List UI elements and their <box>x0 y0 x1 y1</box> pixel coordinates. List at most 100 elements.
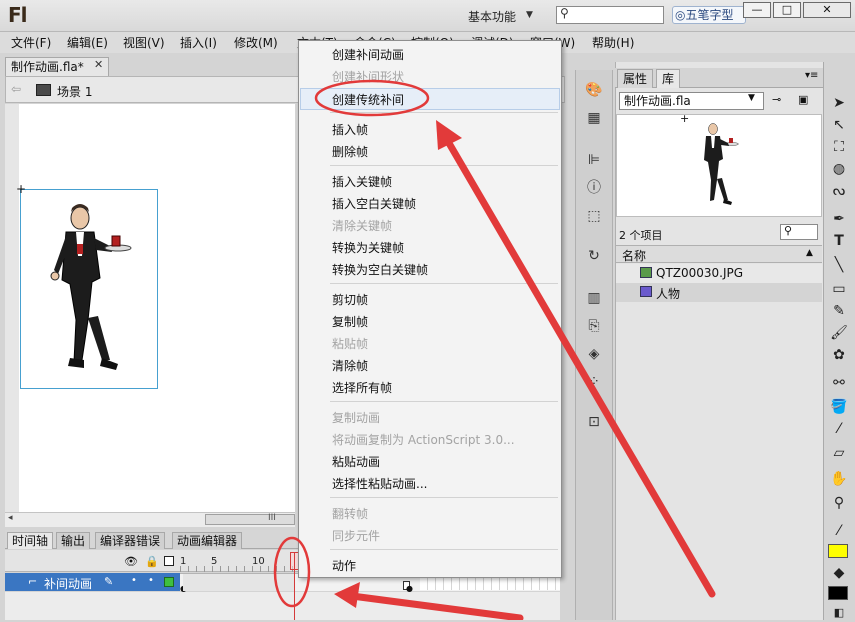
menu-item-insert-keyframe[interactable]: 插入关键帧 <box>332 173 392 190</box>
transform-icon[interactable]: ⬚ <box>584 206 604 226</box>
close-button[interactable]: ✕ <box>803 2 851 18</box>
chevron-left-icon[interactable]: ◂ <box>8 513 13 523</box>
menu-item-sync-symbols[interactable]: 同步元件 <box>332 527 380 544</box>
library-icon[interactable]: ▥ <box>584 288 604 308</box>
pencil-tool-icon[interactable]: ✎ <box>830 302 848 320</box>
stroke-color-icon[interactable]: ⁄ <box>830 522 848 540</box>
stroke-color-swatch[interactable] <box>828 544 848 558</box>
subselection-tool-icon[interactable]: ↖ <box>830 116 848 134</box>
empty-frames[interactable] <box>420 578 560 590</box>
menu-item-paste-motion[interactable]: 粘贴动画 <box>332 453 380 470</box>
minimize-button[interactable]: — <box>743 2 771 18</box>
menu-item-paste-frames[interactable]: 粘贴帧 <box>332 335 368 352</box>
3d-rotation-tool-icon[interactable]: ◍ <box>830 160 848 178</box>
tab-output[interactable]: 输出 <box>56 532 91 549</box>
menu-help[interactable]: 帮助(H) <box>592 34 634 51</box>
layer-color-swatch[interactable] <box>164 577 174 587</box>
menu-item-insert-blank-keyframe[interactable]: 插入空白关键帧 <box>332 195 416 212</box>
align-icon[interactable]: ⊫ <box>584 150 604 170</box>
rectangle-tool-icon[interactable]: ▭ <box>830 280 848 298</box>
timeline-empty-area <box>5 592 560 620</box>
menu-item-clear-keyframe[interactable]: 清除关键帧 <box>332 217 392 234</box>
library-item-name[interactable]: QTZ00030.JPG <box>656 266 743 280</box>
lasso-tool-icon[interactable]: ᔓ <box>830 182 848 200</box>
menu-item-reverse-frames[interactable]: 翻转帧 <box>332 505 368 522</box>
tab-properties[interactable]: 属性 <box>617 69 654 88</box>
menu-item-actions[interactable]: 动作 <box>332 557 356 574</box>
pen-tool-icon[interactable]: ✒ <box>830 210 848 228</box>
layer-name[interactable]: 补间动画 <box>44 575 92 592</box>
sort-icon[interactable]: ▲ <box>806 248 813 258</box>
pin-icon[interactable]: ⊸ <box>772 93 781 106</box>
menu-item-copy-frames[interactable]: 复制帧 <box>332 313 368 330</box>
new-library-icon[interactable]: ▣ <box>798 93 808 106</box>
eraser-tool-icon[interactable]: ▱ <box>830 444 848 462</box>
close-icon[interactable]: ✕ <box>94 58 103 71</box>
menu-item-paste-motion-special[interactable]: 选择性粘贴动画... <box>332 475 427 492</box>
menu-view[interactable]: 视图(V) <box>123 34 165 51</box>
brush-tool-icon[interactable]: 🖌 <box>830 324 848 342</box>
swatches-icon[interactable]: ▦ <box>584 108 604 128</box>
deco-tool-icon[interactable]: ✿ <box>830 346 848 364</box>
menu-item-copy-motion-as-as3[interactable]: 将动画复制为 ActionScript 3.0... <box>332 431 515 448</box>
eye-icon[interactable]: 👁 <box>124 555 138 568</box>
frame-span[interactable] <box>183 574 295 591</box>
motion-presets-icon[interactable]: ⁘ <box>584 372 604 392</box>
menu-item-convert-to-blank-keyframe[interactable]: 转换为空白关键帧 <box>332 261 428 278</box>
library-column-header[interactable] <box>616 245 822 263</box>
lock-icon[interactable]: 🔒 <box>145 555 159 568</box>
panel-menu-icon[interactable]: ▾≡ <box>805 70 818 81</box>
back-arrow-icon[interactable]: ⇦ <box>11 82 21 96</box>
menu-item-insert-frame[interactable]: 插入帧 <box>332 121 368 138</box>
menu-item-create-motion-tween[interactable]: 创建补间动画 <box>332 46 404 63</box>
line-tool-icon[interactable]: ╲ <box>830 256 848 274</box>
chevron-down-icon[interactable]: ▼ <box>526 10 533 20</box>
menu-file[interactable]: 文件(F) <box>11 34 51 51</box>
info-icon[interactable]: ⓘ <box>584 178 604 198</box>
menu-modify[interactable]: 修改(M) <box>234 34 278 51</box>
zoom-tool-icon[interactable]: ⚲ <box>830 494 848 512</box>
scrollbar-thumb[interactable] <box>205 514 295 525</box>
tab-library[interactable]: 库 <box>656 69 681 88</box>
menu-insert[interactable]: 插入(I) <box>180 34 217 51</box>
color-palette-icon[interactable]: 🎨 <box>584 80 604 100</box>
visibility-dot-icon[interactable]: • <box>131 575 137 586</box>
tab-timeline[interactable]: 时间轴 <box>7 532 54 549</box>
menu-item-convert-to-keyframe[interactable]: 转换为关键帧 <box>332 239 404 256</box>
chevron-down-icon[interactable]: ▼ <box>748 93 755 103</box>
components-icon[interactable]: ◈ <box>584 344 604 364</box>
hand-tool-icon[interactable]: ✋ <box>830 470 848 488</box>
column-name[interactable]: 名称 <box>622 247 646 264</box>
menu-edit[interactable]: 编辑(E) <box>67 34 108 51</box>
paint-bucket-tool-icon[interactable]: 🪣 <box>830 398 848 416</box>
menu-item-delete-frame[interactable]: 删除帧 <box>332 143 368 160</box>
text-tool-icon[interactable]: T <box>830 232 848 250</box>
eyedropper-tool-icon[interactable]: ⁄ <box>830 420 848 438</box>
waiter-character[interactable] <box>40 200 140 380</box>
selection-tool-icon[interactable]: ➤ <box>830 94 848 112</box>
help-search-input[interactable] <box>556 6 664 24</box>
lock-dot-icon[interactable]: • <box>148 575 154 586</box>
tab-motion-editor[interactable]: 动画编辑器 <box>172 532 243 549</box>
menu-item-copy-motion[interactable]: 复制动画 <box>332 409 380 426</box>
project-icon[interactable]: ⊡ <box>584 412 604 432</box>
menu-item-select-all-frames[interactable]: 选择所有帧 <box>332 379 392 396</box>
free-transform-tool-icon[interactable]: ⛶ <box>830 138 848 156</box>
fill-color-icon[interactable]: ◆ <box>830 564 848 582</box>
swap-colors-icon[interactable]: ◧ <box>830 604 848 622</box>
outline-icon[interactable] <box>164 556 174 566</box>
fill-color-swatch[interactable] <box>828 586 848 600</box>
library-item-name[interactable]: 人物 <box>656 285 680 302</box>
workspace-switcher[interactable]: 基本功能 <box>468 8 516 25</box>
menu-item-clear-frames[interactable]: 清除帧 <box>332 357 368 374</box>
history-icon[interactable]: ↻ <box>584 246 604 266</box>
maximize-button[interactable]: □ <box>773 2 801 18</box>
ime-badge[interactable]: ◎五笔字型 <box>672 6 746 24</box>
bone-tool-icon[interactable]: ⚯ <box>830 374 848 392</box>
menu-item-create-shape-tween[interactable]: 创建补间形状 <box>332 68 404 85</box>
menu-item-cut-frames[interactable]: 剪切帧 <box>332 291 368 308</box>
tab-compiler-errors[interactable]: 编译器错误 <box>95 532 166 549</box>
actions-icon[interactable]: ⎘ <box>584 316 604 336</box>
menu-item-create-classic-tween[interactable]: 创建传统补间 <box>332 91 404 108</box>
library-document-select[interactable]: 制作动画.fla <box>619 92 764 110</box>
